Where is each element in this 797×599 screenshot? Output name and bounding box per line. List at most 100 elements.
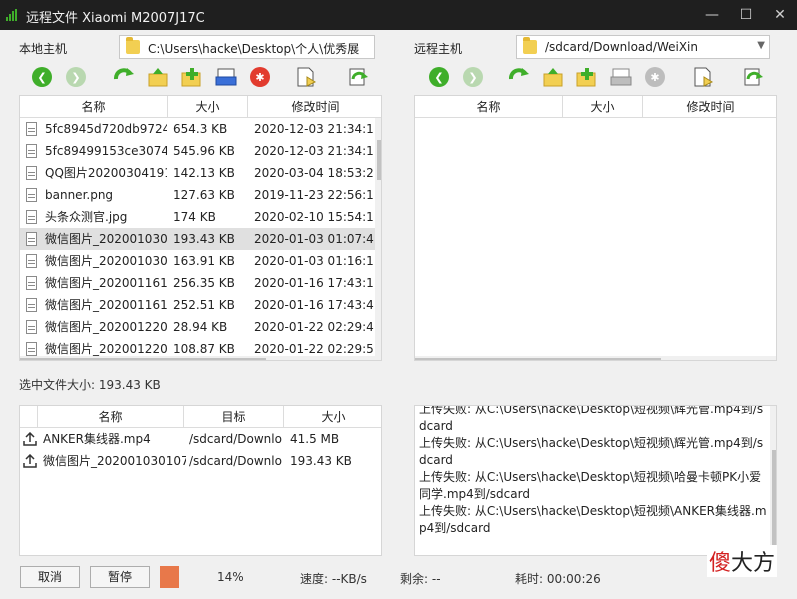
local-file-list[interactable]: 名称 大小 修改时间 5fc8945d720db9724.p 654.3 KB 20… (19, 95, 382, 361)
file-row[interactable]: 微信图片_2020010301 163.91 KB 2020-01-03 01:16… (20, 250, 375, 272)
file-name: 头条众测官.jpg (45, 210, 128, 224)
signal-bars-icon (6, 9, 17, 21)
remote-forward-button[interactable]: ❯ (461, 65, 485, 89)
rename-icon (610, 68, 632, 86)
file-icon (26, 144, 37, 158)
properties-button[interactable] (294, 65, 318, 89)
scroll-thumb[interactable] (415, 358, 661, 360)
forward-arrow-icon: ❯ (463, 67, 483, 87)
column-header-name[interactable]: 名称 (20, 96, 168, 118)
local-horizontal-scrollbar[interactable] (20, 356, 375, 360)
pause-button[interactable]: 暂停 (90, 566, 150, 588)
file-name: banner.png (45, 188, 114, 202)
scroll-thumb[interactable] (20, 358, 266, 360)
file-row[interactable]: 5fc89499153ce3074.p 545.96 KB 2020-12-03 2… (20, 140, 375, 162)
window-title: 远程文件 Xiaomi M2007J17C (26, 11, 205, 26)
queue-item-size: 193.43 KB (290, 454, 352, 468)
file-modified: 2020-02-10 15:54:17 (254, 210, 374, 224)
remote-properties-button[interactable] (691, 65, 715, 89)
file-row[interactable]: 5fc8945d720db9724.p 654.3 KB 2020-12-03 21… (20, 118, 375, 140)
remaining-status: 剩余: -- (400, 572, 441, 586)
file-row[interactable]: 微信图片_2020011617 252.51 KB 2020-01-16 17:43… (20, 294, 375, 316)
forward-button[interactable]: ❯ (64, 65, 88, 89)
remote-refresh-button[interactable] (507, 65, 531, 89)
file-modified: 2019-11-23 22:56:14 (254, 188, 374, 202)
minimize-button[interactable]: — (695, 0, 729, 30)
file-size: 28.94 KB (173, 320, 228, 334)
log-line: dcard (419, 453, 453, 467)
upload-icon (23, 432, 37, 446)
title-bar: 远程文件 Xiaomi M2007J17C — ☐ ✕ (0, 0, 797, 30)
local-toolbar: ❮ ❯ ✱ (30, 65, 380, 91)
file-icon (26, 210, 37, 224)
column-header-modified[interactable]: 修改时间 (248, 96, 381, 118)
progress-indicator (160, 566, 179, 588)
sync-button[interactable] (346, 65, 370, 89)
file-row[interactable]: 头条众测官.jpg 174 KB 2020-02-10 15:54:17 (20, 206, 375, 228)
scroll-thumb[interactable] (377, 140, 381, 180)
elapsed-status: 耗时: 00:00:26 (515, 572, 601, 586)
local-vertical-scrollbar[interactable] (375, 118, 381, 360)
file-modified: 2020-12-03 21:34:15 (254, 144, 374, 158)
file-modified: 2020-01-03 01:16:16 (254, 254, 374, 268)
file-name: 5fc89499153ce3074.p (45, 144, 167, 158)
remote-parent-folder-button[interactable] (541, 65, 565, 89)
file-modified: 2020-03-04 18:53:27 (254, 166, 374, 180)
close-button[interactable]: ✕ (763, 0, 797, 30)
column-header-size[interactable]: 大小 (563, 96, 643, 118)
remote-horizontal-scrollbar[interactable] (415, 356, 776, 360)
queue-header: 名称 目标 大小 (20, 406, 381, 428)
file-size: 256.35 KB (173, 276, 235, 290)
file-row[interactable]: 微信图片_2020010301 193.43 KB 2020-01-03 01:07… (20, 228, 375, 250)
file-icon (26, 166, 37, 180)
file-size: 252.51 KB (173, 298, 235, 312)
file-row[interactable]: 微信图片_2020012202 28.94 KB 2020-01-22 02:29:… (20, 316, 375, 338)
refresh-button[interactable] (112, 65, 136, 89)
file-size: 193.43 KB (173, 232, 235, 246)
transfer-queue[interactable]: 名称 目标 大小 ANKER集线器.mp4/sdcard/Downlo 41.5 … (19, 405, 382, 556)
file-row[interactable]: QQ图片20200304191 142.13 KB 2020-03-04 18:53… (20, 162, 375, 184)
local-path-field[interactable]: C:\Users\hacke\Desktop\个人\优秀展 (119, 35, 375, 59)
file-row[interactable]: banner.png 127.63 KB 2019-11-23 22:56:14 (20, 184, 375, 206)
file-modified: 2020-12-03 21:34:14 (254, 122, 374, 136)
file-icon (26, 342, 37, 356)
file-icon (26, 122, 37, 136)
speed-status: 速度: --KB/s (300, 572, 367, 586)
column-header-size[interactable]: 大小 (168, 96, 248, 118)
cancel-button[interactable]: 取消 (20, 566, 80, 588)
maximize-button[interactable]: ☐ (729, 0, 763, 30)
file-row[interactable]: 微信图片_2020011617 256.35 KB 2020-01-16 17:43… (20, 272, 375, 294)
rename-button[interactable] (214, 65, 238, 89)
remote-file-list[interactable]: 名称 大小 修改时间 (414, 95, 777, 361)
new-folder-button[interactable] (180, 65, 204, 89)
queue-item[interactable]: 微信图片_2020010301073/sdcard/Downlo 193.43 K… (20, 450, 381, 472)
remote-back-button[interactable]: ❮ (427, 65, 451, 89)
column-header-name[interactable]: 名称 (415, 96, 563, 118)
log-vertical-scrollbar[interactable] (770, 406, 776, 555)
column-header-name[interactable]: 名称 (38, 406, 184, 428)
back-arrow-icon: ❮ (32, 67, 52, 87)
delete-button[interactable]: ✱ (248, 65, 272, 89)
delete-icon: ✱ (250, 67, 270, 87)
file-size: 142.13 KB (173, 166, 235, 180)
column-header-modified[interactable]: 修改时间 (643, 96, 776, 118)
remote-new-folder-button[interactable] (575, 65, 599, 89)
remote-rename-button[interactable] (609, 65, 633, 89)
refresh-icon (114, 68, 134, 80)
remote-delete-button[interactable]: ✱ (643, 65, 667, 89)
chevron-down-icon[interactable]: ▼ (757, 40, 765, 51)
scroll-thumb[interactable] (772, 450, 776, 545)
remote-sync-button[interactable] (741, 65, 765, 89)
sync-icon (349, 68, 368, 86)
remote-host-label: 远程主机 (414, 42, 463, 56)
parent-folder-button[interactable] (146, 65, 170, 89)
file-icon (26, 298, 37, 312)
queue-item[interactable]: ANKER集线器.mp4/sdcard/Downlo 41.5 MB (20, 428, 381, 450)
file-icon (26, 276, 37, 290)
file-icon (26, 320, 37, 334)
column-header-target[interactable]: 目标 (184, 406, 284, 428)
file-icon (26, 254, 37, 268)
remote-path-dropdown[interactable]: /sdcard/Download/WeiXin ▼ (516, 35, 770, 59)
back-button[interactable]: ❮ (30, 65, 54, 89)
column-header-size[interactable]: 大小 (284, 406, 381, 428)
